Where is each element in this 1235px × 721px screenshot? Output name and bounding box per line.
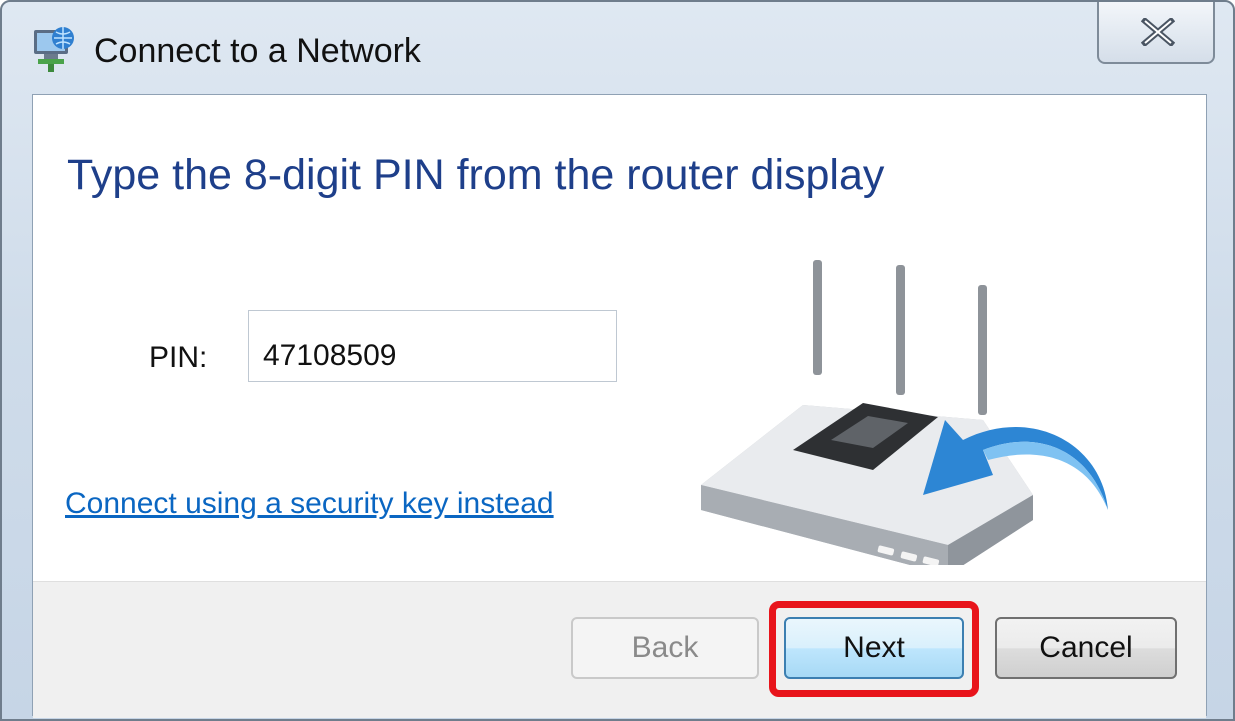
window-title: Connect to a Network	[94, 32, 421, 70]
dialog-content: Type the 8-digit PIN from the router dis…	[32, 94, 1207, 718]
title-bar[interactable]: Connect to a Network	[2, 2, 1233, 94]
page-heading: Type the 8-digit PIN from the router dis…	[67, 151, 885, 199]
pin-input[interactable]	[248, 310, 617, 382]
router-icon	[701, 260, 1108, 565]
close-button[interactable]	[1097, 2, 1215, 64]
close-icon	[1141, 18, 1175, 46]
pin-label: PIN:	[149, 341, 208, 374]
dialog-window: Connect to a Network Type the 8-digit PI…	[0, 0, 1235, 721]
back-button[interactable]: Back	[571, 617, 759, 679]
security-key-link[interactable]: Connect using a security key instead	[65, 487, 554, 521]
network-globe-icon	[34, 27, 74, 72]
next-button[interactable]: Next	[784, 617, 964, 679]
cancel-button[interactable]: Cancel	[995, 617, 1177, 679]
